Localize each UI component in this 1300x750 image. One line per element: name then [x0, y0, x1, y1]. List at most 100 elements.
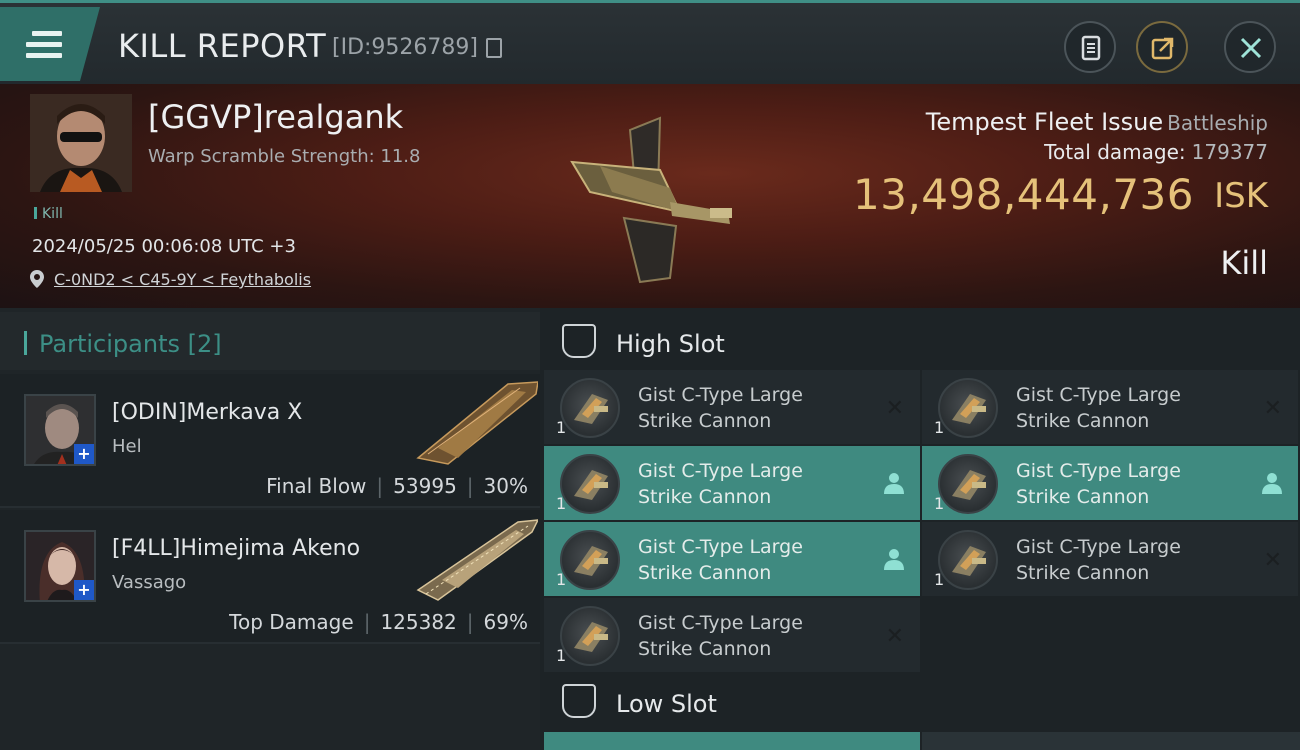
cannon-module-icon — [560, 606, 620, 666]
cannon-module-icon — [938, 530, 998, 590]
module-name: Gist C-Type Large Strike Cannon — [1016, 384, 1181, 432]
module-quantity: 1 — [934, 494, 945, 513]
report-id: [ID:9526789] — [332, 35, 478, 60]
participant-ship: Hel — [112, 436, 142, 457]
module-name: Gist C-Type Large Strike Cannon — [1016, 536, 1181, 584]
victim-name[interactable]: [GGVP]realgank — [148, 98, 403, 136]
fitting-panel: High Slot 1 Gist C-Type Large Strike Cann… — [540, 308, 1300, 750]
kill-tag: Kill — [34, 206, 63, 222]
participant-ship-image — [416, 381, 538, 465]
low-slot-title: Low Slot — [616, 690, 717, 718]
high-slot-icon — [562, 324, 596, 358]
participant-damage: 53995 — [393, 474, 457, 498]
cannon-module-icon — [560, 530, 620, 590]
low-slot-module-partial[interactable] — [544, 732, 920, 750]
victim-ship-class: Battleship — [1167, 111, 1268, 135]
stat-separator: | — [466, 610, 474, 634]
participants-panel: Participants [2] + [ODIN]Merkava X Hel F… — [0, 308, 540, 750]
menu-button[interactable] — [0, 7, 100, 81]
document-icon — [1081, 35, 1101, 61]
fleet-plus-icon: + — [74, 580, 94, 600]
low-slot-icon — [562, 684, 596, 718]
cannon-module-icon — [560, 454, 620, 514]
share-icon — [1151, 37, 1174, 60]
total-damage: Total damage: 179377 — [1044, 140, 1268, 164]
high-slot-title: High Slot — [616, 330, 725, 358]
pilot-portrait-icon — [30, 94, 132, 192]
dropped-person-icon — [884, 548, 904, 576]
module-name: Gist C-Type Large Strike Cannon — [638, 460, 803, 508]
participant-role: Final Blow — [266, 474, 367, 498]
kill-result-label: Kill — [1220, 244, 1268, 282]
isk-unit: ISK — [1214, 176, 1268, 216]
stat-separator: | — [363, 610, 371, 634]
dropped-person-icon — [1262, 472, 1282, 500]
module-name: Gist C-Type Large Strike Cannon — [638, 612, 803, 660]
participant-role: Top Damage — [229, 610, 354, 634]
module-item[interactable]: 1 Gist C-Type Large Strike Cannon — [922, 446, 1298, 520]
stat-separator: | — [466, 474, 474, 498]
participant-ship: Vassago — [112, 572, 187, 593]
module-quantity: 1 — [556, 494, 567, 513]
module-name: Gist C-Type Large Strike Cannon — [638, 384, 803, 432]
participant-avatar[interactable]: + — [24, 530, 96, 602]
participant-damage: 125382 — [380, 610, 457, 634]
cannon-module-icon — [938, 378, 998, 438]
participant-percent: 30% — [483, 474, 528, 498]
fleet-plus-icon: + — [74, 444, 94, 464]
destroyed-x-icon: ✕ — [1263, 396, 1282, 421]
total-damage-value: 179377 — [1191, 140, 1268, 164]
warp-scramble-strength: Warp Scramble Strength: 11.8 — [148, 146, 421, 167]
location-pin-icon — [30, 270, 44, 288]
close-button[interactable] — [1224, 21, 1276, 73]
destroyed-x-icon: ✕ — [885, 624, 904, 649]
share-button[interactable] — [1136, 21, 1188, 73]
module-item[interactable]: 1 Gist C-Type Large Strike Cannon — [544, 522, 920, 596]
module-item[interactable]: 1 Gist C-Type Large Strike Cannon ✕ — [922, 522, 1298, 596]
total-damage-label: Total damage: — [1044, 140, 1186, 164]
participant-ship-image — [416, 519, 538, 601]
low-slot-header[interactable]: Low Slot — [544, 672, 1300, 730]
module-item[interactable]: 1 Gist C-Type Large Strike Cannon ✕ — [544, 598, 920, 672]
participant-name[interactable]: [ODIN]Merkava X — [112, 400, 302, 425]
victim-avatar[interactable] — [30, 94, 132, 192]
close-icon — [1240, 37, 1262, 59]
victim-ship-image — [570, 116, 732, 284]
kill-timestamp: 2024/05/25 00:06:08 UTC +3 — [32, 236, 296, 257]
victim-ship-line: Tempest Fleet Issue Battleship — [926, 108, 1268, 136]
destroyed-x-icon: ✕ — [885, 396, 904, 421]
participant-avatar[interactable]: + — [24, 394, 96, 466]
participants-title: Participants [2] — [24, 330, 222, 358]
module-item[interactable]: 1 Gist C-Type Large Strike Cannon — [544, 446, 920, 520]
high-slot-header[interactable]: High Slot — [544, 312, 1300, 370]
participant-stats: Top Damage | 125382 | 69% — [229, 610, 528, 634]
module-quantity: 1 — [556, 646, 567, 665]
page-title: KILL REPORT — [118, 27, 327, 65]
copy-icon[interactable] — [486, 38, 502, 58]
header-bar: KILL REPORT [ID:9526789] — [0, 0, 1300, 84]
participant-percent: 69% — [483, 610, 528, 634]
cannon-module-icon — [560, 378, 620, 438]
cannon-module-icon — [938, 454, 998, 514]
dropped-person-icon — [884, 472, 904, 500]
isk-value: 13,498,444,736 — [853, 170, 1194, 219]
participant-stats: Final Blow | 53995 | 30% — [266, 474, 528, 498]
participant-row[interactable]: + [ODIN]Merkava X Hel Final Blow | 53995 | 3… — [0, 374, 540, 508]
participant-name[interactable]: [F4LL]Himejima Akeno — [112, 536, 360, 561]
module-item[interactable]: 1 Gist C-Type Large Strike Cannon ✕ — [544, 370, 920, 444]
module-quantity: 1 — [556, 570, 567, 589]
participants-header: Participants [2] — [0, 312, 540, 370]
victim-banner: [GGVP]realgank Warp Scramble Strength: 1… — [0, 84, 1300, 308]
document-button[interactable] — [1064, 21, 1116, 73]
module-quantity: 1 — [934, 418, 945, 437]
low-slot-module-partial[interactable] — [922, 732, 1300, 750]
stat-separator: | — [376, 474, 384, 498]
menu-icon — [26, 31, 62, 59]
module-name: Gist C-Type Large Strike Cannon — [638, 536, 803, 584]
location-link[interactable]: C-0ND2 < C45-9Y < Feythabolis — [54, 270, 311, 289]
module-quantity: 1 — [934, 570, 945, 589]
module-name: Gist C-Type Large Strike Cannon — [1016, 460, 1181, 508]
participant-row[interactable]: + [F4LL]Himejima Akeno Vassago Top Damag… — [0, 510, 540, 644]
module-item[interactable]: 1 Gist C-Type Large Strike Cannon ✕ — [922, 370, 1298, 444]
victim-ship-name[interactable]: Tempest Fleet Issue — [926, 108, 1163, 136]
